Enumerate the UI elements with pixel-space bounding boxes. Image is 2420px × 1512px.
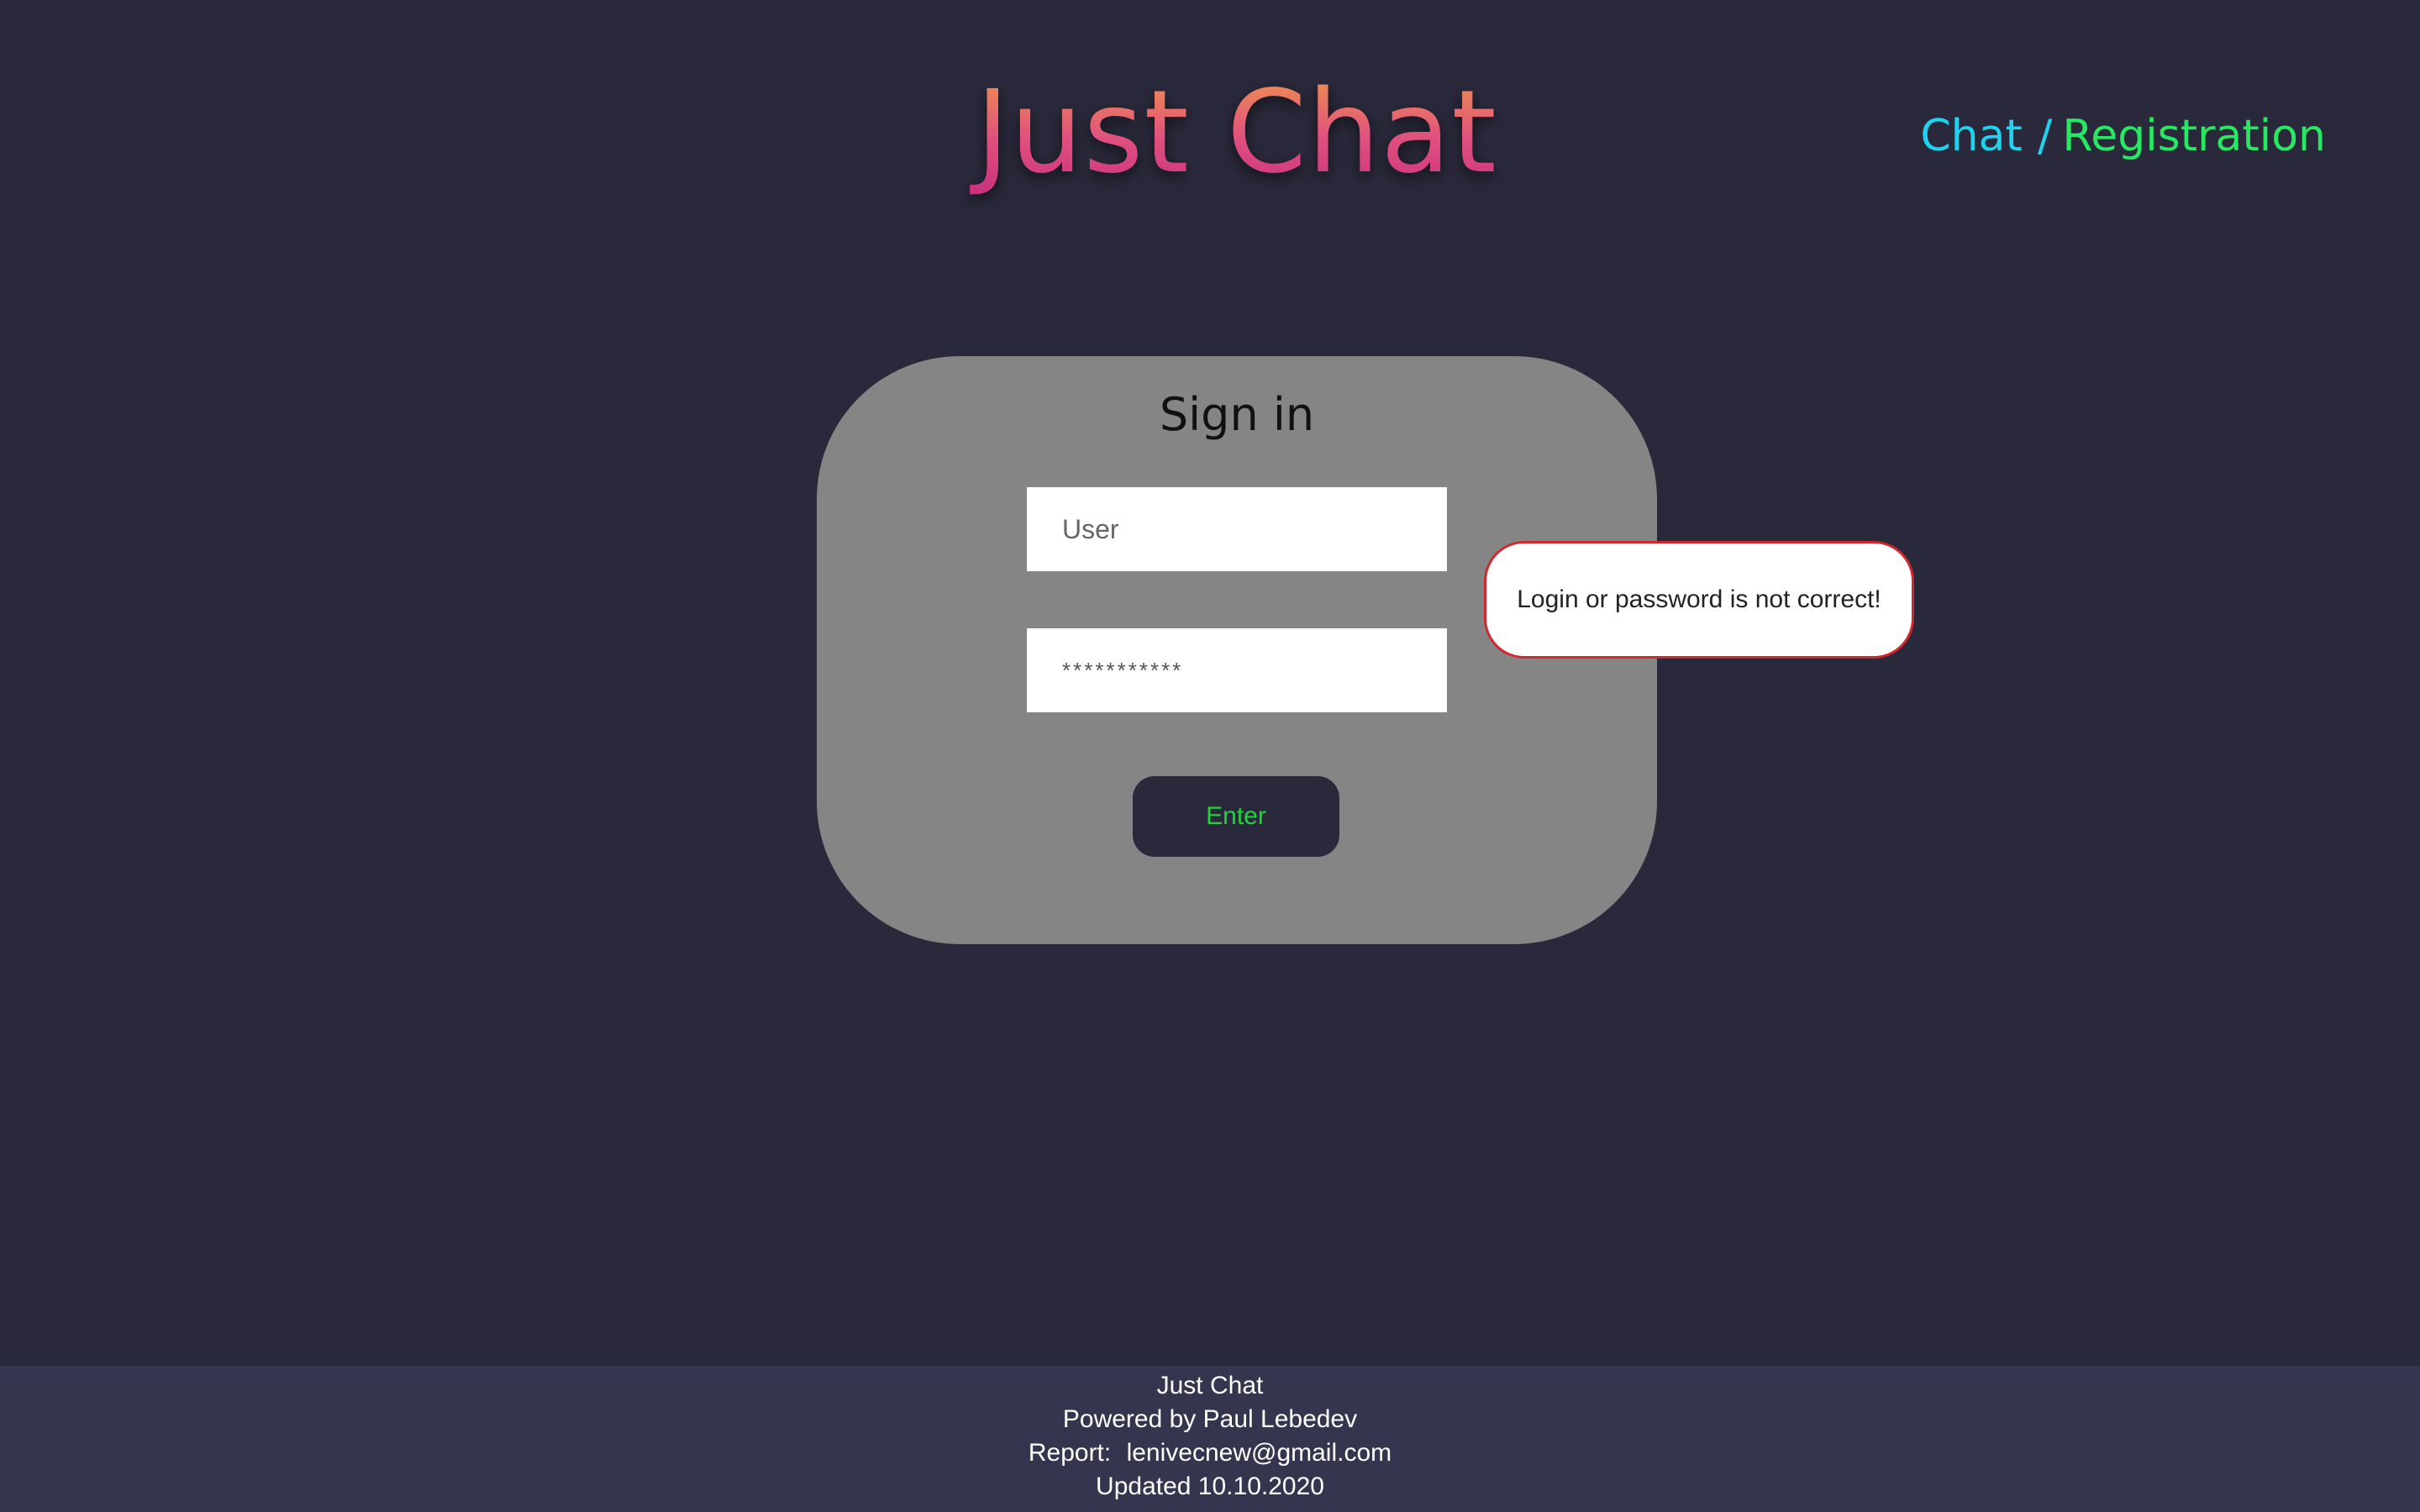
footer-powered-by: Powered by Paul Lebedev [1062, 1405, 1358, 1433]
nav-separator: / [2037, 111, 2053, 161]
error-tooltip: Login or password is not correct! [1484, 541, 1914, 659]
nav-link-chat[interactable]: Chat [1920, 111, 2023, 161]
enter-button[interactable]: Enter [1133, 776, 1339, 857]
nav-link-registration[interactable]: Registration [2062, 111, 2326, 161]
footer-app-name: Just Chat [1156, 1372, 1264, 1399]
error-message: Login or password is not correct! [1517, 585, 1881, 613]
footer-report-email[interactable]: lenivecnew@gmail.com [1127, 1439, 1392, 1467]
footer-updated: Updated 10.10.2020 [1096, 1473, 1324, 1500]
footer-report: Report: lenivecnew@gmail.com [0, 1436, 2420, 1470]
signin-heading: Sign in [1159, 388, 1315, 441]
username-input[interactable] [1027, 487, 1447, 571]
password-input[interactable] [1027, 628, 1447, 712]
footer-report-label: Report: [1028, 1439, 1112, 1467]
top-nav: Chat / Registration [1920, 111, 2326, 161]
site-footer: Just Chat Powered by Paul Lebedev Report… [0, 1366, 2420, 1512]
